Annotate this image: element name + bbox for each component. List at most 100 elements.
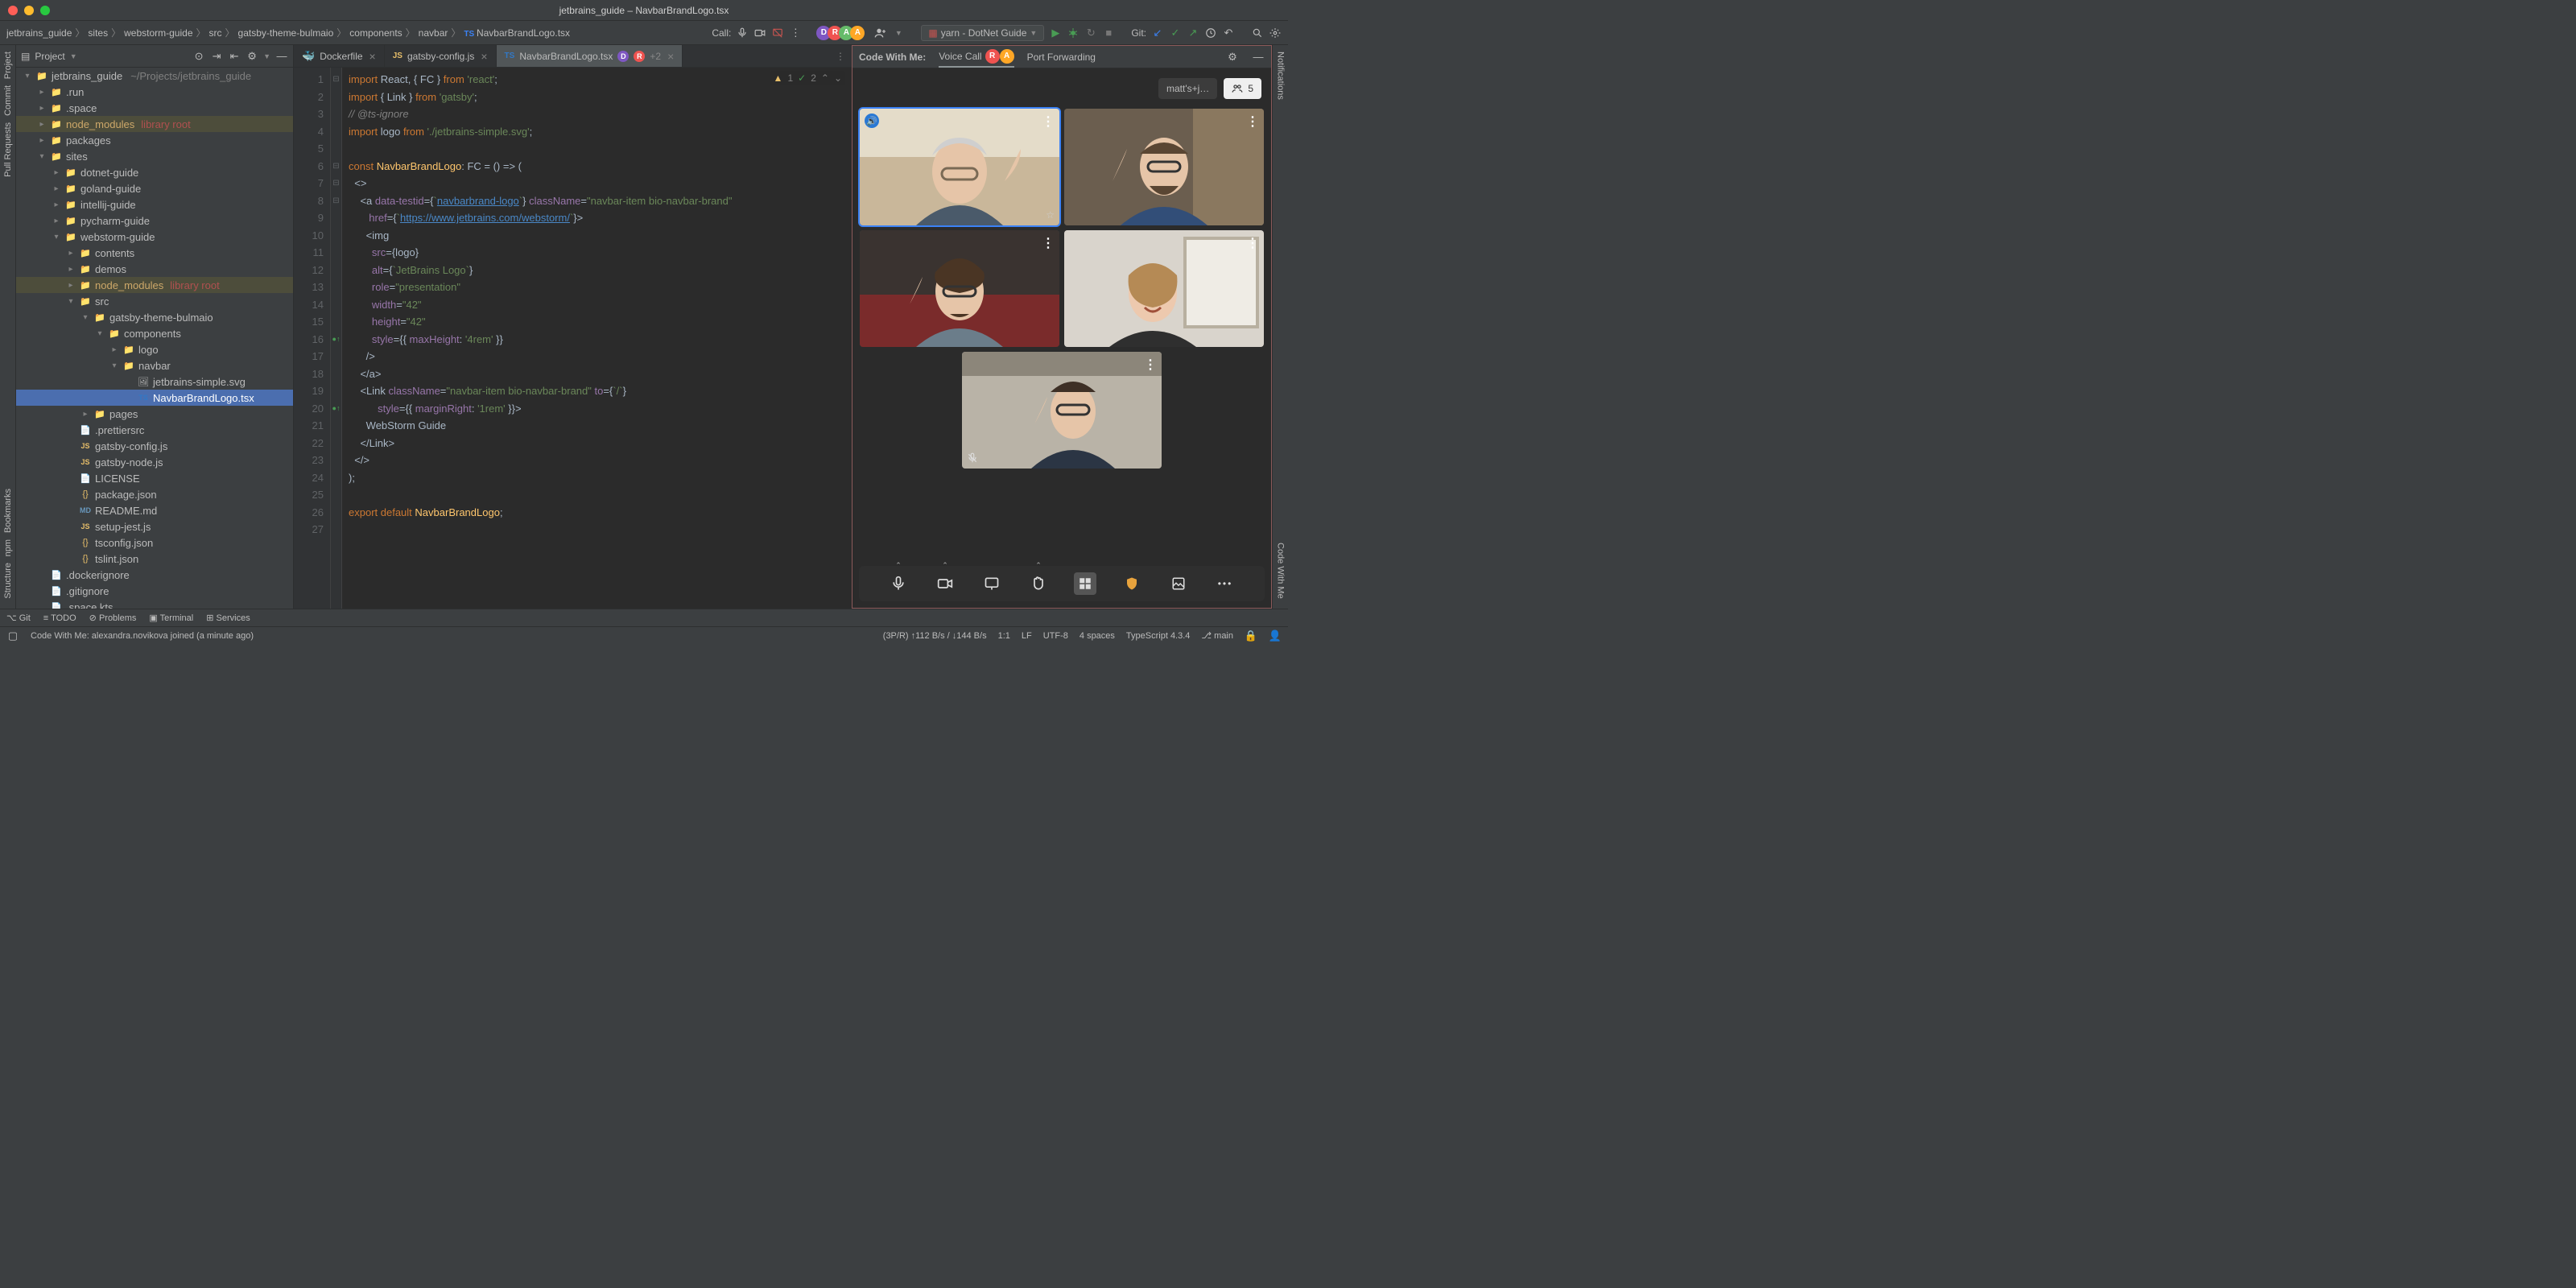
tile-menu-icon[interactable]: ⋮ xyxy=(1144,357,1157,373)
run-config-combo[interactable]: ▦ yarn - DotNet Guide ▼ xyxy=(921,25,1044,41)
status-caret-pos[interactable]: 1:1 xyxy=(998,631,1010,641)
tree-item[interactable]: ▸📁node_moduleslibrary root xyxy=(16,277,293,293)
tree-item[interactable]: 📄.dockerignore xyxy=(16,567,293,583)
call-security-button[interactable] xyxy=(1121,572,1143,595)
update-project-icon[interactable]: ↙ xyxy=(1151,27,1164,39)
tree-item[interactable]: ▸📁pages xyxy=(16,406,293,422)
status-lock-icon[interactable]: 🔒 xyxy=(1245,630,1257,642)
video-tile[interactable]: ⋮ xyxy=(962,352,1162,469)
breadcrumb-item[interactable]: src xyxy=(209,27,222,39)
breadcrumb[interactable]: jetbrains_guide〉sites〉webstorm-guide〉src… xyxy=(6,26,707,39)
breadcrumb-item[interactable]: webstorm-guide xyxy=(124,27,192,39)
hide-icon[interactable]: — xyxy=(275,50,288,63)
push-icon[interactable]: ↗ xyxy=(1187,27,1199,39)
fold-column[interactable]: ⊟⊟⊟⊟●↑●↑ xyxy=(331,68,342,609)
tree-item[interactable]: {}package.json xyxy=(16,486,293,502)
tree-item[interactable]: JSgatsby-config.js xyxy=(16,438,293,454)
settings-icon[interactable]: ⚙ xyxy=(1226,51,1239,64)
participant-avatar[interactable]: A xyxy=(850,26,865,40)
status-language[interactable]: TypeScript 4.3.4 xyxy=(1126,631,1191,641)
minimize-window-button[interactable] xyxy=(24,6,34,15)
status-line-sep[interactable]: LF xyxy=(1022,631,1032,641)
close-window-button[interactable] xyxy=(8,6,18,15)
tree-item[interactable]: ▸📁demos xyxy=(16,261,293,277)
tree-item[interactable]: ▸📁.space xyxy=(16,100,293,116)
stop-icon[interactable]: ■ xyxy=(1102,27,1115,39)
call-screenshare-button[interactable] xyxy=(980,572,1003,595)
microphone-icon[interactable] xyxy=(736,27,749,39)
stripe-button-npm[interactable]: npm xyxy=(2,536,14,559)
camera-icon[interactable] xyxy=(753,27,766,39)
git-tool-button[interactable]: ⌥ Git xyxy=(6,613,31,623)
call-background-button[interactable] xyxy=(1167,572,1190,595)
tree-item[interactable]: ▾📁webstorm-guide xyxy=(16,229,293,245)
tree-item[interactable]: ▾📁src xyxy=(16,293,293,309)
close-tab-icon[interactable]: × xyxy=(369,50,376,63)
call-raise-hand-button[interactable]: ⌃ xyxy=(1027,572,1050,595)
stripe-button-pull-requests[interactable]: Pull Requests xyxy=(2,119,14,180)
status-tools-icon[interactable]: ▢ xyxy=(6,630,19,642)
dropdown-icon[interactable]: ▼ xyxy=(892,27,905,39)
video-tile[interactable]: 🔊 ⋮ ☆ xyxy=(860,109,1059,225)
tree-item[interactable]: TSNavbarBrandLogo.tsx xyxy=(16,390,293,406)
project-tree[interactable]: ▾📁jetbrains_guide~/Projects/jetbrains_gu… xyxy=(16,68,293,609)
pin-icon[interactable]: ☆ xyxy=(1046,209,1055,221)
tree-item[interactable]: ▸📁packages xyxy=(16,132,293,148)
tile-menu-icon[interactable]: ⋮ xyxy=(1246,235,1259,251)
settings-icon[interactable] xyxy=(1269,27,1282,39)
stripe-button-structure[interactable]: Structure xyxy=(2,559,14,602)
stripe-button-notifications[interactable]: Notifications xyxy=(1274,48,1287,103)
tree-item[interactable]: {}tslint.json xyxy=(16,551,293,567)
breadcrumb-item[interactable]: gatsby-theme-bulmaio xyxy=(238,27,334,39)
video-tile[interactable]: ⋮ xyxy=(1064,109,1264,225)
tree-item[interactable]: ▾📁navbar xyxy=(16,357,293,374)
editor-tab[interactable]: JSgatsby-config.js× xyxy=(385,45,497,67)
tree-item[interactable]: ▸📁node_moduleslibrary root xyxy=(16,116,293,132)
call-camera-button[interactable]: ⌃ xyxy=(934,572,956,595)
cwm-tab-voice[interactable]: Voice Call R A xyxy=(939,46,1013,68)
tile-menu-icon[interactable]: ⋮ xyxy=(1246,114,1259,130)
participant-chip[interactable]: matt's+j… xyxy=(1158,78,1217,99)
tree-item[interactable]: JSgatsby-node.js xyxy=(16,454,293,470)
tree-item[interactable]: ▸📁.run xyxy=(16,84,293,100)
project-title[interactable]: Project xyxy=(35,51,64,62)
tree-item[interactable]: 📄.space.kts xyxy=(16,599,293,609)
editor-tab[interactable]: TSNavbarBrandLogo.tsxDR+2× xyxy=(497,45,683,67)
tree-item[interactable]: ▸📁logo xyxy=(16,341,293,357)
stripe-button-commit[interactable]: Commit xyxy=(2,82,14,119)
video-tile[interactable]: ⋮ xyxy=(1064,230,1264,347)
tree-item[interactable]: ▸📁intellij-guide xyxy=(16,196,293,213)
breadcrumb-item[interactable]: jetbrains_guide xyxy=(6,27,72,39)
participant-count-chip[interactable]: 5 xyxy=(1224,78,1261,99)
tree-item[interactable]: 📄.gitignore xyxy=(16,583,293,599)
status-indent[interactable]: 4 spaces xyxy=(1080,631,1115,641)
tile-menu-icon[interactable]: ⋮ xyxy=(1042,235,1055,251)
tree-item[interactable]: MDREADME.md xyxy=(16,502,293,518)
status-network[interactable]: (3P/R) ↑112 B/s / ↓144 B/s xyxy=(883,631,987,641)
call-layout-button[interactable] xyxy=(1074,572,1096,595)
tree-item[interactable]: ▸📁pycharm-guide xyxy=(16,213,293,229)
stripe-button-code-with-me[interactable]: Code With Me xyxy=(1274,539,1287,602)
gutter[interactable]: 1234567891011121314151617181920212223242… xyxy=(294,68,331,609)
todo-tool-button[interactable]: ≡ TODO xyxy=(43,613,76,623)
breadcrumb-item[interactable]: sites xyxy=(88,27,108,39)
close-tab-icon[interactable]: × xyxy=(667,50,674,63)
zoom-window-button[interactable] xyxy=(40,6,50,15)
breadcrumb-item[interactable]: navbar xyxy=(419,27,448,39)
debug-icon[interactable] xyxy=(1067,27,1080,39)
history-icon[interactable] xyxy=(1204,27,1217,39)
code-editor[interactable]: 1234567891011121314151617181920212223242… xyxy=(294,68,852,609)
commit-icon[interactable]: ✓ xyxy=(1169,27,1182,39)
search-icon[interactable] xyxy=(1251,27,1264,39)
tree-item[interactable]: 🖼jetbrains-simple.svg xyxy=(16,374,293,390)
tree-item[interactable]: ▾📁jetbrains_guide~/Projects/jetbrains_gu… xyxy=(16,68,293,84)
tree-item[interactable]: ▸📁dotnet-guide xyxy=(16,164,293,180)
collapse-all-icon[interactable]: ⇤ xyxy=(228,50,241,63)
call-more-button[interactable]: ••• xyxy=(1214,572,1236,595)
stripe-button-project[interactable]: Project xyxy=(2,48,14,82)
add-user-icon[interactable] xyxy=(874,27,887,39)
settings-icon[interactable]: ⚙ xyxy=(246,50,258,63)
locate-icon[interactable]: ⊙ xyxy=(192,50,205,63)
tree-item[interactable]: ▸📁contents xyxy=(16,245,293,261)
tab-menu-icon[interactable]: ⋮ xyxy=(829,45,852,67)
